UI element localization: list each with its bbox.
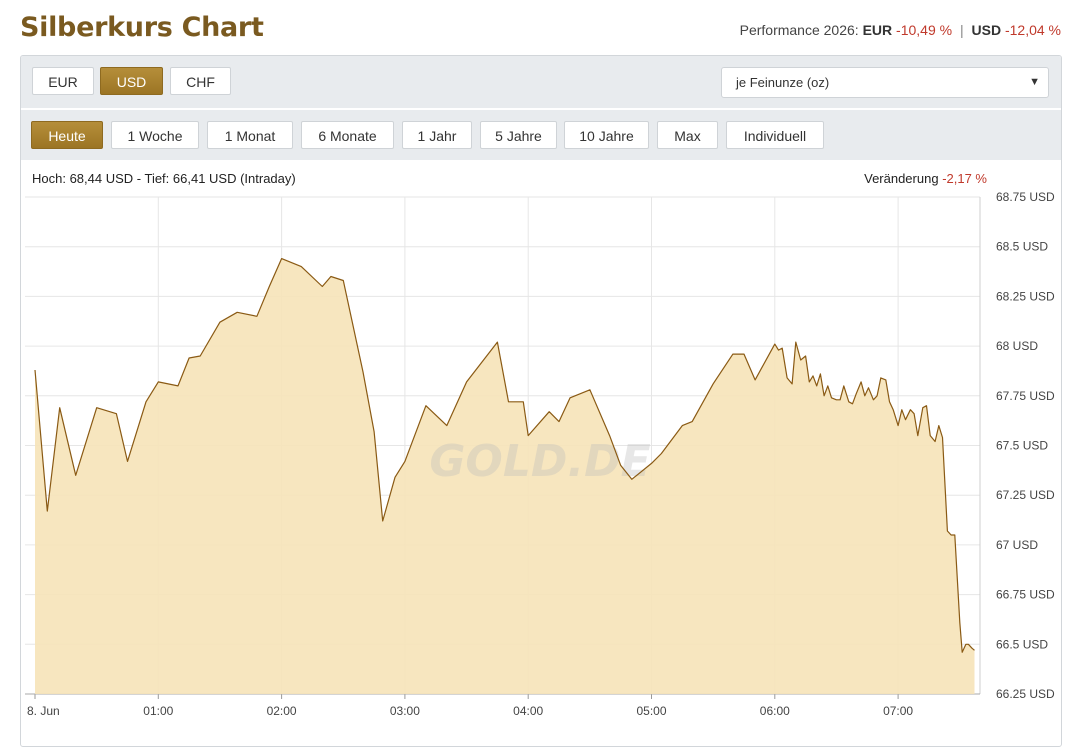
y-tick-label: 68.75 USD (996, 190, 1055, 204)
y-tick-label: 66.5 USD (996, 637, 1048, 651)
y-tick-label: 67.5 USD (996, 439, 1048, 453)
y-tick-label: 68 USD (996, 339, 1038, 353)
x-tick-label: 04:00 (513, 704, 543, 718)
y-tick-label: 67.25 USD (996, 488, 1055, 502)
y-tick-label: 66.75 USD (996, 588, 1055, 602)
y-tick-label: 67 USD (996, 538, 1038, 552)
x-tick-label: 06:00 (760, 704, 790, 718)
y-tick-label: 67.75 USD (996, 389, 1055, 403)
x-tick-label: 02:00 (267, 704, 297, 718)
y-tick-label: 66.25 USD (996, 687, 1055, 701)
watermark-logo: GOLD.DE (429, 436, 650, 487)
x-tick-label: 01:00 (143, 704, 173, 718)
x-tick-label: 03:00 (390, 704, 420, 718)
price-chart: 66.25 USD 66.5 USD 66.75 USD 67 USD 67.25 US… (25, 190, 1055, 718)
y-tick-label: 68.5 USD (996, 240, 1048, 254)
x-tick-label: 07:00 (883, 704, 913, 718)
y-tick-label: 68.25 USD (996, 289, 1055, 303)
x-tick-label: 05:00 (636, 704, 666, 718)
x-tick-label: 8. Jun (27, 704, 60, 718)
